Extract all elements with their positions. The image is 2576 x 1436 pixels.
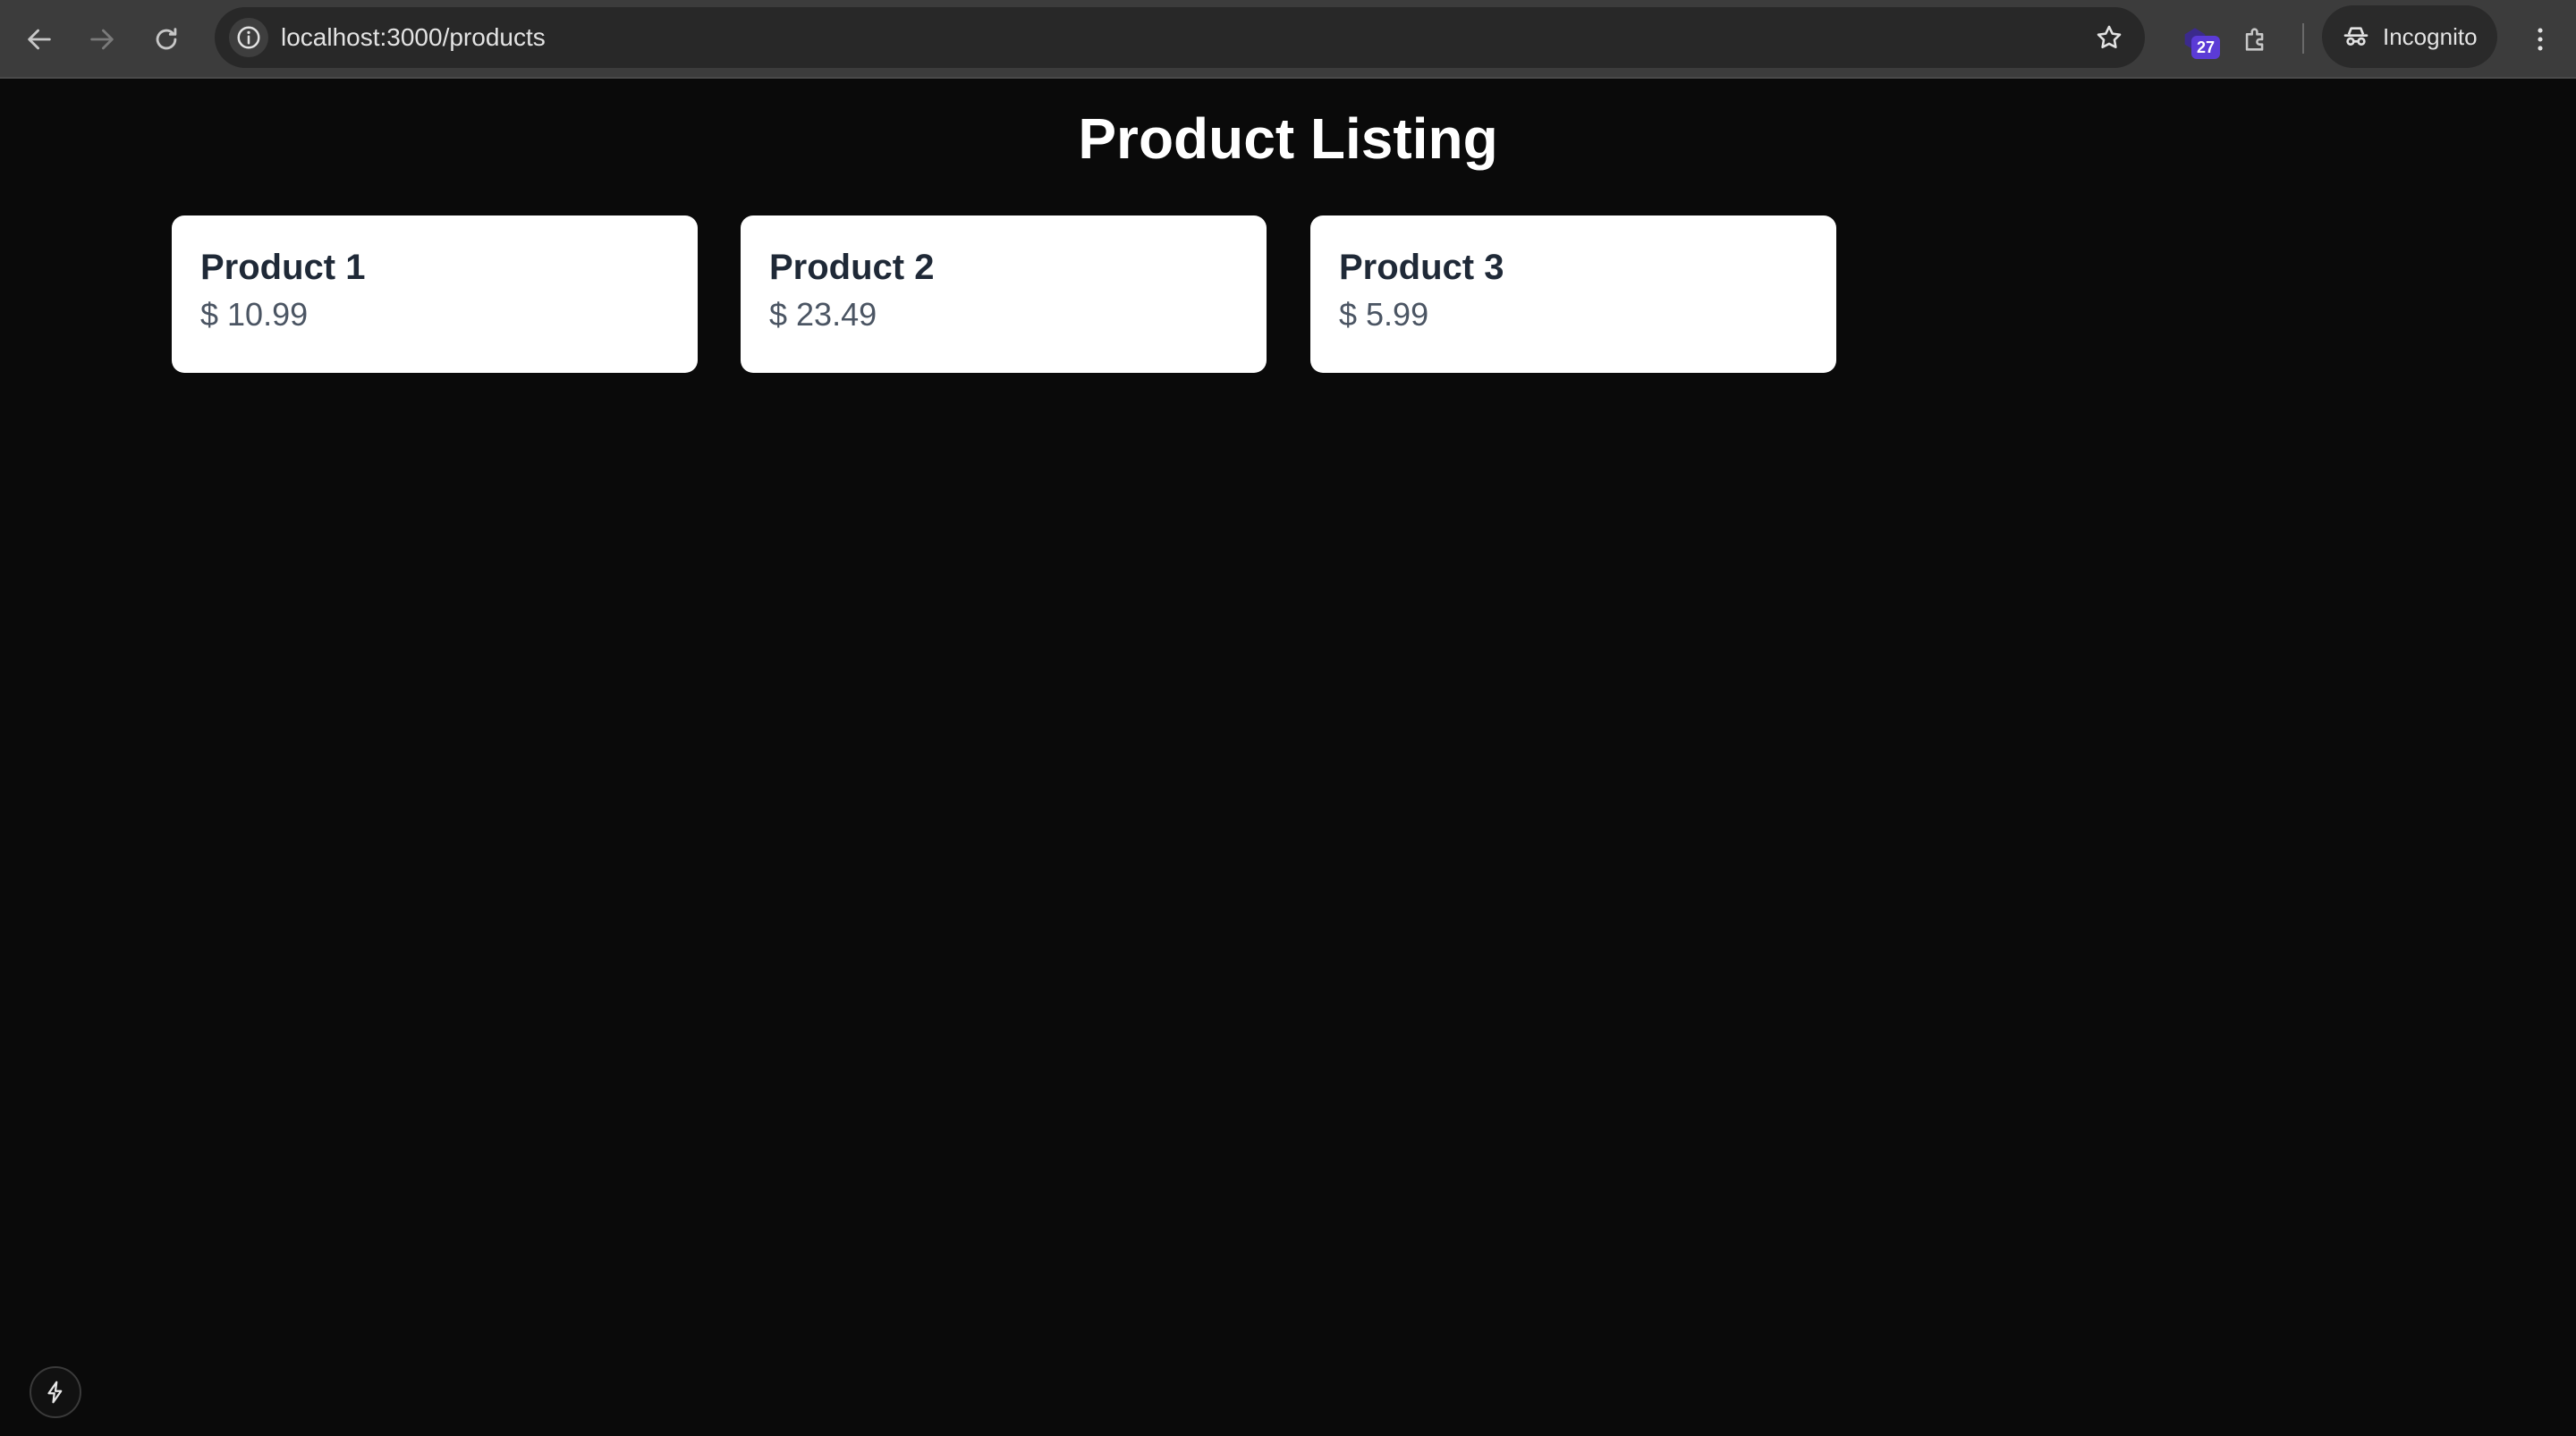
address-bar[interactable]: localhost:3000/products: [215, 7, 2145, 68]
back-arrow-icon: [28, 29, 51, 50]
product-card[interactable]: Product 3 $ 5.99: [1310, 215, 1836, 373]
toolbar-divider: [2302, 23, 2304, 54]
extensions-menu-button[interactable]: [2229, 13, 2283, 66]
url-text[interactable]: localhost:3000/products: [281, 7, 546, 68]
puzzle-icon: [2245, 28, 2264, 51]
extension-badge: 27: [2191, 36, 2220, 59]
product-name: Product 2: [769, 248, 935, 287]
product-name: Product 3: [1339, 248, 1504, 287]
bookmark-button[interactable]: [2088, 16, 2131, 59]
lightning-icon: [47, 1381, 63, 1404]
product-name: Product 1: [200, 248, 366, 287]
site-info-button[interactable]: [229, 18, 268, 57]
browser-menu-button[interactable]: [2517, 13, 2563, 66]
incognito-indicator[interactable]: Incognito: [2322, 5, 2497, 68]
forward-arrow-icon: [90, 29, 114, 50]
product-price: $ 5.99: [1339, 296, 1429, 333]
dev-tools-button[interactable]: [30, 1366, 81, 1418]
reload-button[interactable]: [140, 13, 193, 66]
incognito-icon: [2343, 27, 2368, 46]
browser-toolbar: localhost:3000/products 27 Incognito: [0, 0, 2576, 79]
reload-icon: [156, 28, 177, 50]
kebab-menu-icon: [2538, 28, 2543, 51]
product-price: $ 10.99: [200, 296, 309, 333]
forward-button[interactable]: [75, 13, 129, 66]
info-icon: [237, 26, 260, 49]
page-title: Product Listing: [1078, 106, 1498, 171]
product-price: $ 23.49: [769, 296, 877, 333]
back-button[interactable]: [13, 13, 66, 66]
star-icon: [2097, 25, 2122, 49]
extension-button[interactable]: 27: [2168, 13, 2222, 66]
product-card[interactable]: Product 2 $ 23.49: [741, 215, 1267, 373]
product-card[interactable]: Product 1 $ 10.99: [172, 215, 698, 373]
incognito-label: Incognito: [2383, 22, 2478, 50]
